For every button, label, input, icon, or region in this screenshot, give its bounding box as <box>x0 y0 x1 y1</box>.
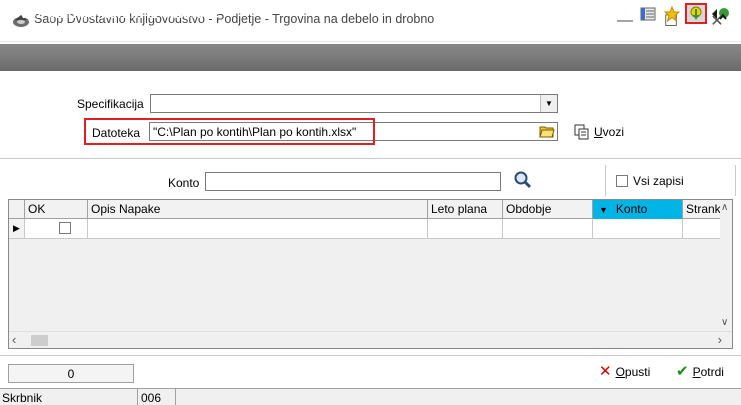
column-header-obdobje[interactable]: Obdobje <box>503 200 593 219</box>
potrdi-label-accel: P <box>692 364 701 379</box>
column-header-opis-napake[interactable]: Opis Napake <box>88 200 428 219</box>
specifikacija-label: Specifikacija <box>77 97 144 111</box>
row-indicator-header <box>9 200 25 219</box>
potrdi-label: otrdi <box>700 364 724 379</box>
potrdi-button[interactable]: ✔ Potrdi <box>676 364 724 379</box>
divider <box>0 158 741 159</box>
exit-icon[interactable] <box>710 3 732 24</box>
star-icon[interactable] <box>661 3 683 24</box>
cell-obdobje[interactable] <box>503 219 593 238</box>
cancel-x-icon: ✕ <box>599 363 612 380</box>
copy-import-icon <box>574 124 590 140</box>
current-row-arrow-icon: ▶ <box>9 219 25 238</box>
vsi-zapisi-check[interactable] <box>616 174 628 187</box>
opusti-button[interactable]: ✕ Opusti <box>599 364 650 379</box>
datoteka-highlight-frame <box>84 118 375 145</box>
table-row[interactable]: ▶ <box>9 219 721 239</box>
grid-header: OK Opis Napake Leto plana Obdobje ▼ Konto… <box>9 200 721 219</box>
opusti-label-accel: O <box>615 364 625 379</box>
status-code: 006 <box>138 389 176 405</box>
cell-ok[interactable] <box>25 219 88 238</box>
horizontal-scrollbar[interactable]: ‹ › <box>9 331 732 348</box>
scroll-thumb[interactable] <box>31 335 48 346</box>
scroll-right-icon[interactable]: › <box>718 332 722 347</box>
uvozi-label-accel: U <box>594 124 603 139</box>
cell-konto[interactable] <box>593 219 683 238</box>
opusti-label: pusti <box>624 364 651 379</box>
import-download-icon[interactable] <box>685 3 707 24</box>
column-header-leto-plana[interactable]: Leto plana <box>428 200 503 219</box>
status-bar: Skrbnik 006 <box>0 388 741 405</box>
row-ok-checkbox[interactable] <box>59 222 71 234</box>
divider <box>0 355 741 356</box>
uvozi-button[interactable]: Uvozi <box>574 122 624 141</box>
dialog-title: Uvoz plan po kontih iz datoteke <box>10 5 220 21</box>
search-icon[interactable] <box>513 170 533 190</box>
konto-column-label: Konto <box>615 202 648 216</box>
vertical-scrollbar[interactable]: ∧ ∨ <box>720 200 732 332</box>
dialog-header <box>0 44 741 71</box>
checkmark-icon: ✔ <box>676 363 689 380</box>
vsi-zapisi-checkbox[interactable]: Vsi zapisi <box>605 165 736 196</box>
sort-descending-icon: ▼ <box>599 205 608 215</box>
specifikacija-select[interactable]: ▼ <box>150 94 558 113</box>
konto-label: Konto <box>168 176 200 190</box>
data-grid[interactable]: OK Opis Napake Leto plana Obdobje ▼ Konto… <box>8 199 733 349</box>
column-header-konto[interactable]: ▼ Konto <box>593 200 683 219</box>
status-user: Skrbnik <box>0 389 138 405</box>
cell-opis-napake[interactable] <box>88 219 428 238</box>
column-header-stranka[interactable]: Stranka <box>683 200 721 219</box>
scroll-up-icon[interactable]: ∧ <box>721 202 728 213</box>
scroll-left-icon[interactable]: ‹ <box>12 332 16 347</box>
chevron-down-icon[interactable]: ▼ <box>540 95 557 112</box>
cell-leto-plana[interactable] <box>428 219 503 238</box>
column-header-ok[interactable]: OK <box>25 200 88 219</box>
uvozi-label: vozi <box>602 124 625 139</box>
konto-filter-input[interactable] <box>205 172 501 191</box>
open-folder-icon[interactable] <box>538 122 556 140</box>
list-icon[interactable] <box>637 3 659 24</box>
cell-stranka[interactable] <box>683 219 721 238</box>
vsi-zapisi-label: Vsi zapisi <box>633 173 684 188</box>
record-count: 0 <box>8 364 134 383</box>
scroll-down-icon[interactable]: ∨ <box>721 317 728 328</box>
